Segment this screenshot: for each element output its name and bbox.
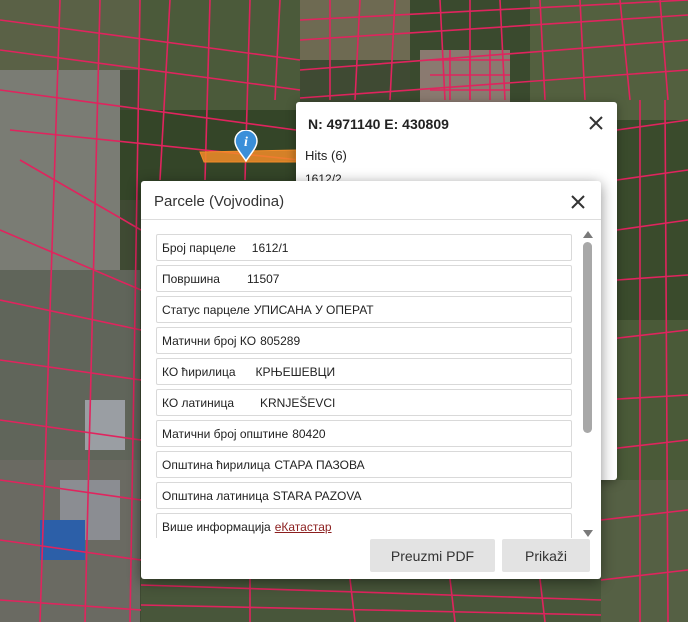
scrollbar[interactable] [582, 231, 594, 537]
attribute-key: Општина ћирилица [162, 457, 271, 472]
attribute-row: Број парцеле 1612/1 [156, 234, 572, 261]
attribute-row: Матични број КО 805289 [156, 327, 572, 354]
show-button[interactable]: Prikaži [502, 539, 590, 572]
ekatastar-link[interactable]: еКатастар [275, 520, 332, 534]
attribute-key: КО ћирилица [162, 364, 236, 379]
info-marker-icon[interactable]: i [234, 129, 258, 163]
attribute-value: УПИСАНА У ОПЕРАТ [253, 302, 374, 317]
close-icon[interactable] [585, 112, 607, 134]
attribute-row: Општина ћирилица СТАРА ПАЗОВА [156, 451, 572, 478]
scroll-down-icon[interactable] [583, 530, 593, 537]
parcel-dialog: Parcele (Vojvodina) Број парцеле 1612/1 П… [141, 181, 601, 579]
attribute-value: КРЊЕШЕВЦИ [255, 364, 336, 379]
coordinates-label: N: 4971140 E: 430809 [308, 116, 449, 132]
divider [141, 219, 601, 220]
attribute-row: Статус парцеле УПИСАНА У ОПЕРАТ [156, 296, 572, 323]
attribute-key: Матични број КО [162, 333, 257, 348]
attribute-key: Општина латиница [162, 488, 269, 503]
attribute-row: Матични број општине 80420 [156, 420, 572, 447]
attribute-value: СТАРА ПАЗОВА [274, 457, 365, 472]
attribute-key: Више информација [162, 519, 271, 534]
attribute-value: STARA PAZOVA [272, 488, 362, 503]
attribute-row: КО латиница KRNJEŠEVCI [156, 389, 572, 416]
attribute-key: Површина [162, 271, 220, 286]
attribute-row: КО ћирилица КРЊЕШЕВЦИ [156, 358, 572, 385]
svg-text:i: i [244, 135, 248, 150]
attribute-value: 11507 [246, 271, 280, 286]
attribute-row: Општина латиница STARA PAZOVA [156, 482, 572, 509]
attribute-value: 805289 [260, 333, 301, 348]
attribute-key: Матични број општине [162, 426, 289, 441]
attribute-value: KRNJEŠEVCI [260, 395, 336, 410]
attribute-key: Број парцеле [162, 240, 236, 255]
attribute-key: КО латиница [162, 395, 235, 410]
attribute-value: 1612/1 [251, 240, 289, 255]
attribute-list[interactable]: Број парцеле 1612/1 Површина 11507 Статус … [156, 234, 572, 538]
close-icon[interactable] [567, 191, 589, 213]
hits-label: Hits (6) [305, 148, 347, 163]
scroll-up-icon[interactable] [583, 231, 593, 238]
attribute-row: Више информација еКатастар [156, 513, 572, 538]
attribute-key: Статус парцеле [162, 302, 250, 317]
dialog-title: Parcele (Vojvodina) [154, 193, 285, 210]
attribute-row: Површина 11507 [156, 265, 572, 292]
attribute-value: 80420 [292, 426, 326, 441]
download-pdf-button[interactable]: Preuzmi PDF [370, 539, 495, 572]
scrollbar-thumb[interactable] [583, 242, 592, 433]
